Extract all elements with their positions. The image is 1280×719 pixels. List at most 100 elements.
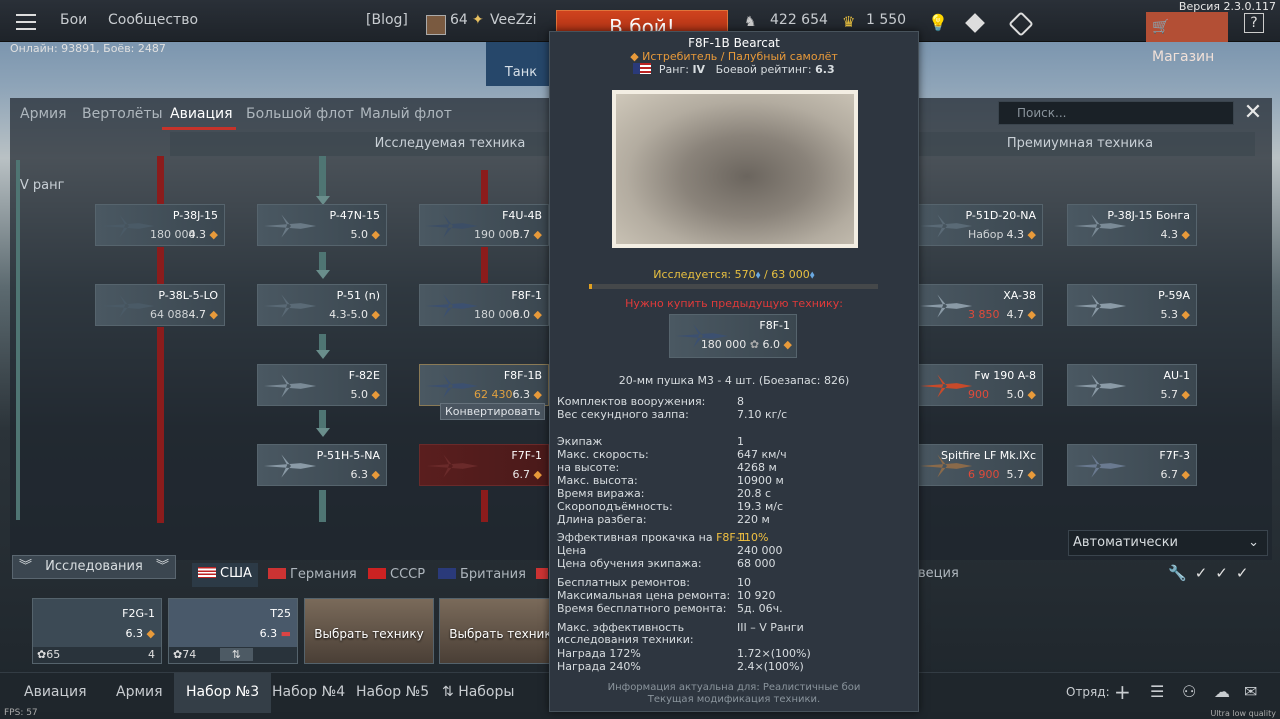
crew-auto-select[interactable]: Автоматически ⌄: [1068, 530, 1268, 556]
double-check-icon[interactable]: ✓: [1215, 564, 1236, 582]
check-icon[interactable]: ✓: [1236, 564, 1257, 582]
vehicle-card[interactable]: F7F-1 6.7 ◆: [419, 444, 549, 486]
vehicle-card[interactable]: XA-38 3 850 4.7 ◆: [913, 284, 1043, 326]
vehicle-br: 6.3 ◆: [350, 468, 380, 481]
swap-icon[interactable]: ⇅: [219, 648, 253, 661]
vehicle-card[interactable]: Spitfire LF Mk.IXc 6 900 5.7 ◆: [913, 444, 1043, 486]
lightbulb-icon[interactable]: 💡: [928, 13, 948, 32]
vehicle-price: Набор: [968, 228, 1004, 241]
usa-flag-icon: [633, 63, 652, 74]
preset-tab-set-5[interactable]: Набор №5: [344, 673, 441, 713]
tab-aviation[interactable]: Авиация: [170, 106, 233, 122]
nation-tab-britain[interactable]: Британия: [438, 567, 526, 582]
close-icon[interactable]: ✕: [1240, 100, 1266, 126]
premium-icon[interactable]: [965, 13, 985, 33]
blog-link[interactable]: [Blog]: [366, 12, 408, 28]
hamburger-menu-icon[interactable]: [16, 14, 36, 30]
convert-tooltip[interactable]: Конвертировать: [440, 403, 546, 420]
community-menu[interactable]: Сообщество: [108, 12, 198, 28]
username[interactable]: VeeZzi: [490, 12, 537, 28]
vehicle-name: P-38J-15 Бонга: [1107, 209, 1190, 222]
info-line: Информация актуальна для: Реалистичные б…: [607, 682, 861, 693]
avatar[interactable]: [426, 15, 446, 35]
vehicle-card[interactable]: F-82E 5.0 ◆: [257, 364, 387, 406]
mail-icon[interactable]: ✉: [1232, 673, 1269, 713]
crew-slot[interactable]: F2G-1 6.3 ◆ ✿65 4: [32, 598, 162, 664]
presets-button[interactable]: ⇅ Наборы: [430, 673, 526, 713]
vehicle-name: P-47N-15: [329, 209, 380, 222]
vehicle-card[interactable]: P-38L-5-LO 64 088 4.7 ◆: [95, 284, 225, 326]
tab-helicopters[interactable]: Вертолёты: [82, 106, 163, 122]
vehicle-br: 5.0 ◆: [350, 388, 380, 401]
vehicle-card[interactable]: Fw 190 A-8 900 5.0 ◆: [913, 364, 1043, 406]
check-icon[interactable]: ✓: [1195, 564, 1216, 582]
vehicle-card[interactable]: P-47N-15 5.0 ◆: [257, 204, 387, 246]
need-buy-text: Нужно купить предыдущую технику:: [625, 297, 843, 310]
help-button[interactable]: ?: [1244, 13, 1264, 33]
search-input[interactable]: Поиск...: [998, 101, 1234, 125]
vehicle-card[interactable]: F8F-1 180 000 6.0 ◆: [419, 284, 549, 326]
tank-mode-tab[interactable]: Танк: [486, 42, 556, 86]
stat-value: 240 000: [737, 544, 783, 557]
stat-label: Вес секундного залпа:: [557, 408, 689, 421]
vehicle-card[interactable]: P-51D-20-NA Набор 4.3 ◆: [913, 204, 1043, 246]
research-tab[interactable]: ︾ Исследования ︾: [12, 555, 176, 579]
stat-value: 5д. 06ч.: [737, 602, 783, 615]
vehicle-br: 5.0 ◆: [1006, 388, 1036, 401]
nation-tab-germany[interactable]: Германия: [268, 567, 357, 582]
stat-value: 10 920: [737, 589, 776, 602]
rank-label: IV ранг: [16, 178, 65, 193]
preset-tab-set-3[interactable]: Набор №3: [174, 673, 272, 713]
vehicle-card[interactable]: P-38J-15 Бонга 4.3 ◆: [1067, 204, 1197, 246]
vehicle-name: P-51H-5-NA: [316, 449, 380, 462]
vehicle-card[interactable]: P-51 (n) 4.3-5.0 ◆: [257, 284, 387, 326]
shop-button[interactable]: 🛒 Магазин: [1146, 12, 1228, 65]
tree-line: [481, 247, 488, 283]
wrench-icon[interactable]: 🔧: [1168, 564, 1195, 582]
vehicle-card[interactable]: F8F-1B 62 430 6.3 ◆: [419, 364, 549, 406]
stat-value: 8: [737, 395, 744, 408]
tab-bluewater-fleet[interactable]: Большой флот: [246, 106, 354, 122]
stat-label: Экипаж: [557, 435, 603, 448]
crew-vehicle-br: 6.3 ▬: [259, 627, 291, 640]
vehicle-price: 64 088: [150, 308, 189, 321]
stat-label: Макс. скорость:: [557, 448, 649, 461]
prev-vehicle-card[interactable]: F8F-1 180 000 ✿ 6.0 ◆: [669, 314, 797, 358]
rank-icon: ✦: [472, 12, 484, 28]
crew-slot[interactable]: T25 6.3 ▬ ✿74 ⇅: [168, 598, 298, 664]
tree-arrow: [316, 350, 330, 359]
vehicle-name: P-38J-15: [172, 209, 218, 222]
tab-coastal-fleet[interactable]: Малый флот: [360, 106, 452, 122]
add-squad-icon[interactable]: +: [1102, 673, 1143, 713]
battlepass-icon[interactable]: [1008, 11, 1034, 37]
crew-slot-empty[interactable]: Выбрать технику: [304, 598, 434, 664]
silver-lions-balance: 422 654: [770, 12, 828, 28]
vehicle-card[interactable]: F7F-3 6.7 ◆: [1067, 444, 1197, 486]
preset-tab-aviation[interactable]: Авиация: [12, 673, 99, 713]
vehicle-card[interactable]: P-38J-15 180 000 4.3 ◆: [95, 204, 225, 246]
vehicle-card[interactable]: P-59A 5.3 ◆: [1067, 284, 1197, 326]
vehicle-card[interactable]: F4U-4B 190 000 5.7 ◆: [419, 204, 549, 246]
aircraft-icon: [1073, 454, 1127, 478]
vehicle-name: P-51D-20-NA: [965, 209, 1036, 222]
tree-line: [319, 490, 326, 522]
tree-line: [319, 252, 326, 272]
vehicle-card[interactable]: AU-1 5.7 ◆: [1067, 364, 1197, 406]
auto-select-value: Автоматически: [1073, 535, 1179, 550]
preset-tab-army[interactable]: Армия: [104, 673, 175, 713]
battles-menu[interactable]: Бои: [60, 12, 87, 28]
aircraft-icon: [263, 454, 317, 478]
rank-line: [16, 160, 20, 520]
vehicle-card[interactable]: P-51H-5-NA 6.3 ◆: [257, 444, 387, 486]
stat-label: на высоте:: [557, 461, 620, 474]
nation-tab-sweden[interactable]: веция: [918, 566, 959, 581]
research-progress-text: Исследуется: 570⬧ / 63 000⬧: [653, 268, 815, 281]
stat-label: Награда 240%: [557, 660, 641, 673]
aircraft-icon: [1073, 374, 1127, 398]
preset-tab-set-4[interactable]: Набор №4: [260, 673, 357, 713]
tab-army[interactable]: Армия: [20, 106, 67, 122]
nation-tab-usa[interactable]: США: [192, 563, 258, 587]
aircraft-icon: [263, 294, 317, 318]
vehicle-price: 900: [968, 388, 989, 401]
nation-tab-ussr[interactable]: СССР: [368, 567, 425, 582]
